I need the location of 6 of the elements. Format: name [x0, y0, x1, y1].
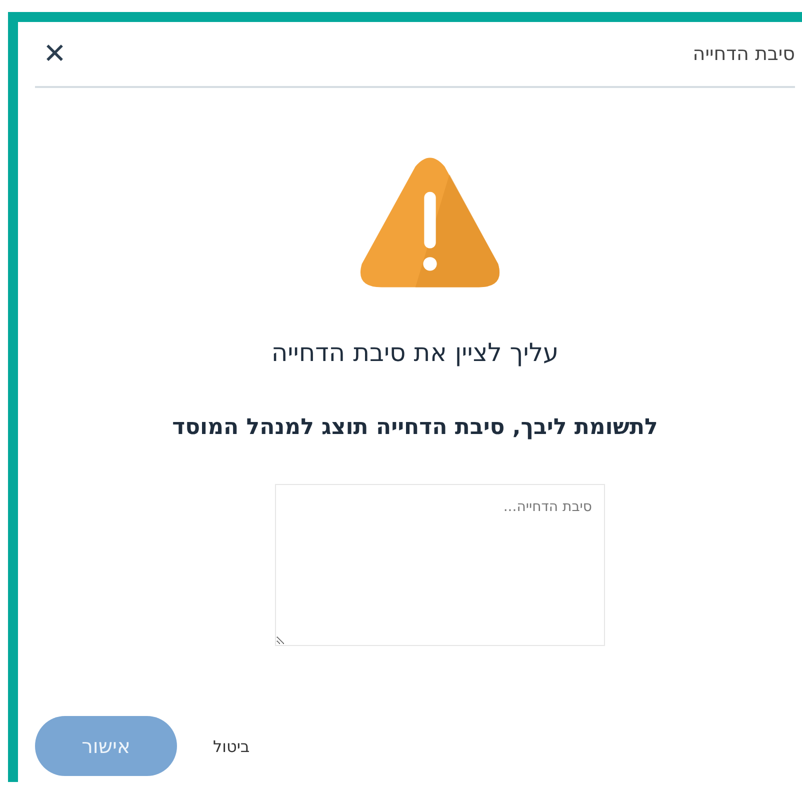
cancel-button[interactable]: ביטול	[207, 736, 256, 756]
dialog-title: סיבת הדחייה	[692, 43, 795, 65]
dialog-message: לתשומת ליבך, סיבת הדחייה תוצג למנהל המוסד	[172, 415, 658, 440]
reason-field[interactable]: סיבת הדחייה...	[275, 484, 605, 646]
dialog-heading: עליך לציין את סיבת הדחייה	[271, 338, 559, 367]
close-button[interactable]: ✕	[35, 40, 74, 68]
